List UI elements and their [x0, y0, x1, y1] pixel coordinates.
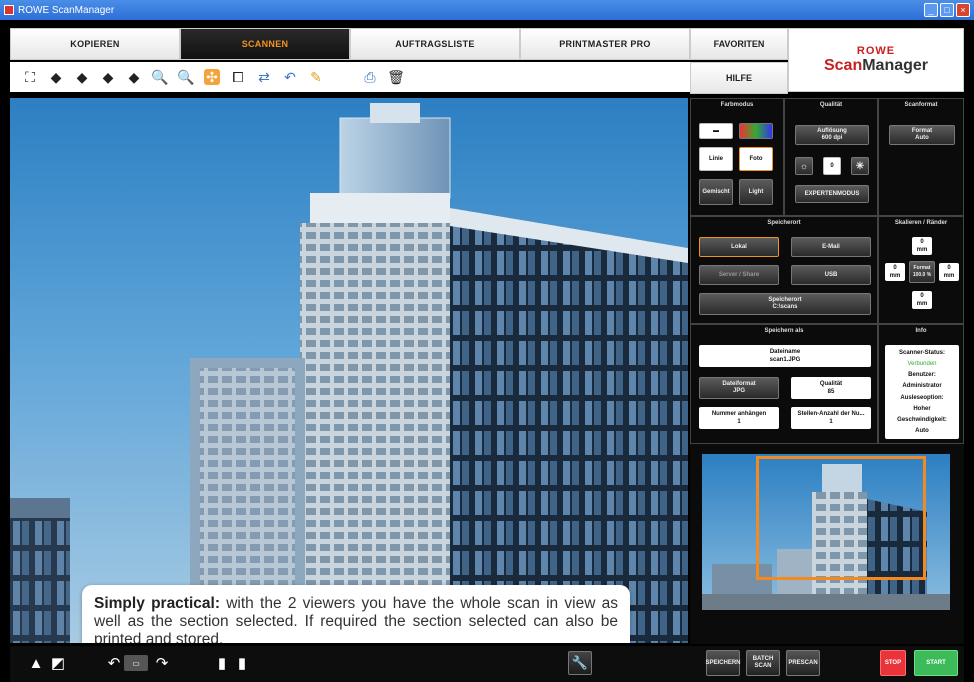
- linie-button[interactable]: Linie: [699, 147, 733, 171]
- rowe-logo: ROWE ScanManager: [788, 28, 964, 92]
- tab-printmaster-pro[interactable]: PRINTMASTER PRO: [520, 28, 690, 60]
- dateiname-field[interactable]: Dateiname scan1.JPG: [699, 345, 871, 367]
- speicherort-path-button[interactable]: Speicherort C:\scans: [699, 293, 871, 315]
- logo-product: ScanManager: [823, 57, 929, 74]
- overview-viewer[interactable]: [702, 454, 950, 610]
- viewer-toolbar: ⛶ ◆ ◆ ◆ ◆ 🔍 🔍 ✣ ⧠ ⇄ ↶ ✎ ⎙ 🗑: [10, 62, 690, 92]
- brightness-value: 0: [823, 157, 841, 175]
- arrow-up-icon[interactable]: ◆: [100, 69, 116, 85]
- scanner-status-value: Verbunden: [907, 360, 937, 367]
- main-tabs: KOPIEREN SCANNEN AUFTRAGSLISTE PRINTMAST…: [10, 28, 690, 60]
- speichern-als-section: Speichern als Dateiname scan1.JPG Dateifo…: [690, 324, 878, 444]
- tab-scannen[interactable]: SCANNEN: [180, 28, 350, 60]
- skalieren-title: Skalieren / Ränder: [894, 220, 948, 226]
- margin-bottom-field[interactable]: 0 mm: [912, 291, 932, 309]
- margin-right-field[interactable]: 0 mm: [939, 263, 959, 281]
- close-icon[interactable]: ×: [956, 3, 970, 17]
- email-button[interactable]: E-Mail: [791, 237, 871, 257]
- print-icon[interactable]: ⎙: [362, 69, 378, 85]
- tab-kopieren[interactable]: KOPIEREN: [10, 28, 180, 60]
- scanformat-title: Scanformat: [904, 102, 938, 108]
- caption-callout: Simply practical: with the 2 viewers you…: [82, 585, 630, 643]
- arrow-right-icon[interactable]: ◆: [74, 69, 90, 85]
- gemischt-button[interactable]: Gemischt: [699, 179, 733, 205]
- qualitaet-section: Qualität Auflösung 600 dpi ☼ 0 ✳ EXPERTEN…: [784, 98, 878, 216]
- speicherort-section: Speicherort Lokal E-Mail Server / Share …: [690, 216, 878, 324]
- page-next-icon[interactable]: ▮: [234, 655, 250, 672]
- warning-icon[interactable]: ▲: [28, 655, 44, 672]
- logo-brand: ROWE: [856, 45, 896, 57]
- lokal-button[interactable]: Lokal: [699, 237, 779, 257]
- aufloesung-button[interactable]: Auflösung 600 dpi: [795, 125, 869, 145]
- info-box: Scanner-Status: Verbunden Benutzer: Admi…: [885, 345, 959, 439]
- batch-scan-button[interactable]: BATCH SCAN: [746, 650, 780, 676]
- scanformat-button[interactable]: Format Auto: [889, 125, 955, 145]
- fit-page-icon[interactable]: ⛶: [22, 69, 38, 85]
- highlight-icon[interactable]: ✎: [308, 69, 324, 85]
- light-button[interactable]: Light: [739, 179, 773, 205]
- page-prev-icon[interactable]: ▮: [214, 655, 230, 672]
- scan-image: [10, 103, 688, 643]
- prescan-button[interactable]: PRESCAN: [786, 650, 820, 676]
- usb-button[interactable]: USB: [791, 265, 871, 285]
- rotate-right-icon[interactable]: ↷: [154, 655, 170, 672]
- speichern-button[interactable]: SPEICHERN: [706, 650, 741, 676]
- speicherort-title: Speicherort: [767, 220, 801, 226]
- qualitaet-title: Qualität: [819, 102, 843, 108]
- app-icon: [4, 5, 14, 15]
- foto-button[interactable]: Foto: [739, 147, 773, 171]
- farbmodus-title: Farbmodus: [720, 102, 754, 108]
- info-title: Info: [915, 328, 927, 334]
- window-controls: _ □ ×: [924, 3, 970, 17]
- contrast-icon[interactable]: ◩: [50, 655, 66, 672]
- dateiformat-button[interactable]: Dateiformat JPG: [699, 377, 779, 399]
- info-section: Info Scanner-Status: Verbunden Benutzer:…: [878, 324, 964, 444]
- farbmodus-section: Farbmodus ▬ Linie Foto Gemischt Light: [690, 98, 784, 216]
- tab-auftragsliste[interactable]: AUFTRAGSLISTE: [350, 28, 520, 60]
- margin-left-field[interactable]: 0 mm: [885, 263, 905, 281]
- server-share-button[interactable]: Server / Share: [699, 265, 779, 285]
- crop-icon[interactable]: ⧠: [230, 69, 246, 85]
- scanformat-section: Scanformat Format Auto: [878, 98, 964, 216]
- qualitaet-field[interactable]: Qualität 85: [791, 377, 871, 399]
- speichern-als-title: Speichern als: [764, 328, 804, 334]
- zoom-out-icon[interactable]: 🔍: [177, 69, 194, 85]
- main-viewer[interactable]: Simply practical: with the 2 viewers you…: [10, 98, 688, 643]
- document-icon[interactable]: ▭: [124, 655, 148, 671]
- bw-mode-button[interactable]: ▬: [699, 123, 733, 139]
- start-button[interactable]: START: [914, 650, 958, 676]
- brightness-up-icon[interactable]: ✳: [851, 157, 869, 175]
- scale-center-button[interactable]: Format 100.0 %: [909, 261, 935, 283]
- bottom-bar: ▲ ◩ ↶ ▭ ↷ ▮ ▮ 🔧 SPEICHERN BATCH SCAN PRE…: [10, 646, 964, 682]
- select-area-icon[interactable]: ✣: [204, 69, 220, 85]
- selection-frame[interactable]: [756, 456, 926, 580]
- zoom-in-icon[interactable]: 🔍: [151, 69, 168, 85]
- rotate-left-icon[interactable]: ↶: [106, 655, 122, 672]
- expertenmodus-button[interactable]: EXPERTENMODUS: [795, 185, 869, 203]
- title-bar: ROWE ScanManager _ □ ×: [0, 0, 974, 20]
- favoriten-button[interactable]: FAVORITEN: [690, 28, 788, 60]
- hilfe-button[interactable]: HILFE: [690, 62, 788, 94]
- mirror-icon[interactable]: ⇄: [256, 69, 272, 85]
- skalieren-section: Skalieren / Ränder 0 mm 0 mm Format 100.0 %…: [878, 216, 964, 324]
- arrow-left-icon[interactable]: ◆: [48, 69, 64, 85]
- minimize-icon[interactable]: _: [924, 3, 938, 17]
- stop-button[interactable]: STOP: [880, 650, 906, 676]
- brightness-down-icon[interactable]: ☼: [795, 157, 813, 175]
- margin-top-field[interactable]: 0 mm: [912, 237, 932, 255]
- maximize-icon[interactable]: □: [940, 3, 954, 17]
- nummer-anhaengen-field[interactable]: Nummer anhängen 1: [699, 407, 779, 429]
- arrow-down-icon[interactable]: ◆: [126, 69, 142, 85]
- delete-icon[interactable]: 🗑: [387, 69, 405, 85]
- wrench-icon[interactable]: 🔧: [568, 651, 592, 675]
- settings-panel: Farbmodus ▬ Linie Foto Gemischt Light Qu…: [690, 98, 964, 644]
- stellen-anzahl-field[interactable]: Stellen-Anzahl der Nu... 1: [791, 407, 871, 429]
- color-mode-button[interactable]: [739, 123, 773, 139]
- undo-icon[interactable]: ↶: [282, 69, 298, 85]
- window-title: ROWE ScanManager: [18, 4, 115, 16]
